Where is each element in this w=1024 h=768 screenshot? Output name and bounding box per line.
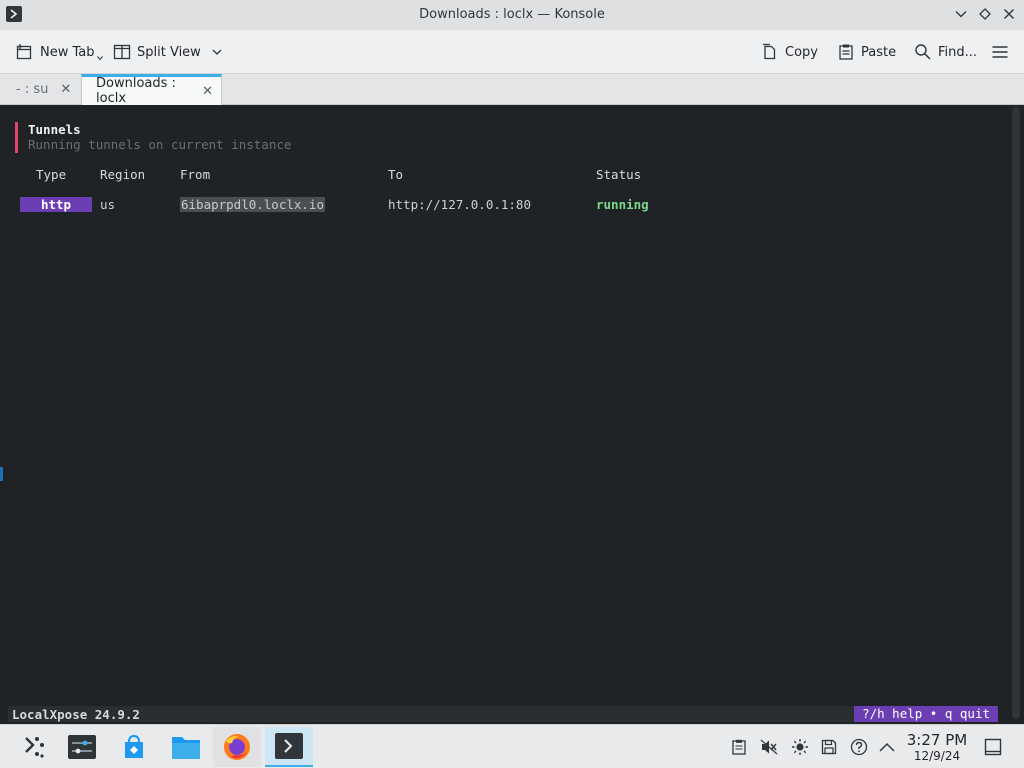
find-button[interactable]: Find... xyxy=(914,40,977,64)
maximize-button[interactable] xyxy=(976,5,994,23)
window-controls xyxy=(952,5,1018,23)
hamburger-menu-button[interactable] xyxy=(991,40,1009,64)
terminal-view[interactable]: Tunnels Running tunnels on current insta… xyxy=(0,105,1024,724)
sun-icon xyxy=(792,739,808,755)
new-tab-label: New Tab xyxy=(40,44,95,60)
tab-downloads-loclx[interactable]: Downloads : loclx ✕ xyxy=(81,74,222,106)
hamburger-menu-icon xyxy=(992,46,1008,58)
launcher-icon xyxy=(25,737,44,758)
settings-app-icon xyxy=(68,735,96,759)
search-icon xyxy=(915,44,931,60)
chevron-down-icon xyxy=(955,11,967,18)
title-bar: Downloads : loclx — Konsole xyxy=(0,0,1024,30)
new-tab-icon xyxy=(16,44,32,60)
split-view-icon xyxy=(113,44,131,60)
section-subheading: Running tunnels on current instance xyxy=(28,137,292,152)
storage-tray-icon[interactable] xyxy=(819,737,839,757)
window-title: Downloads : loclx — Konsole xyxy=(419,7,605,22)
section-accent-bar xyxy=(15,122,18,153)
app-version: LocalXpose 24.9.2 xyxy=(12,707,140,722)
terminal-marker xyxy=(0,467,3,481)
copy-button[interactable]: Copy xyxy=(761,40,818,64)
folder-icon xyxy=(172,737,200,759)
key-hints: ?/h help • q quit xyxy=(854,706,998,722)
toolbar: New Tab Split View Copy Paste Find... xyxy=(0,30,1024,73)
tunnel-region: us xyxy=(100,197,116,212)
tab-label: - : su xyxy=(16,82,49,97)
task-dolphin[interactable] xyxy=(162,727,210,767)
volume-tray-icon[interactable] xyxy=(759,737,779,757)
task-discover[interactable] xyxy=(110,727,158,767)
new-tab-button[interactable]: New Tab xyxy=(16,40,103,64)
clipboard-tray-icon[interactable] xyxy=(729,737,749,757)
show-hidden-icons-button[interactable] xyxy=(877,737,897,757)
digital-clock[interactable]: 3:27 PM 12/9/24 xyxy=(900,731,974,764)
application-launcher[interactable] xyxy=(10,727,58,767)
minimize-button[interactable] xyxy=(952,5,970,23)
paste-label: Paste xyxy=(861,44,897,60)
clipboard-icon xyxy=(732,739,746,755)
find-label: Find... xyxy=(938,44,978,60)
column-header-from: From xyxy=(180,167,211,182)
show-desktop-button[interactable] xyxy=(983,737,1003,757)
close-tab-icon[interactable]: ✕ xyxy=(202,84,213,99)
column-header-region: Region xyxy=(100,167,146,182)
firefox-icon xyxy=(224,734,250,760)
close-tab-icon[interactable]: ✕ xyxy=(60,82,71,97)
clock-time: 3:27 PM xyxy=(906,731,968,749)
taskbar: 3:27 PM 12/9/24 xyxy=(0,724,1024,768)
task-konsole[interactable] xyxy=(265,727,313,767)
split-view-button[interactable]: Split View xyxy=(113,40,223,64)
clock-date: 12/9/24 xyxy=(913,749,961,763)
terminal-icon xyxy=(275,733,303,759)
tab-bar: - : su ✕ Downloads : loclx ✕ xyxy=(0,73,1024,106)
discover-store-icon xyxy=(125,734,143,758)
close-icon xyxy=(1004,9,1014,19)
help-circle-icon xyxy=(850,738,868,756)
chevron-down-icon xyxy=(212,49,222,55)
brightness-tray-icon[interactable] xyxy=(790,737,810,757)
chevron-up-icon xyxy=(879,742,895,752)
speaker-muted-icon xyxy=(760,739,778,755)
paste-button[interactable]: Paste xyxy=(837,40,896,64)
terminal-scrollbar[interactable] xyxy=(1012,107,1020,719)
updates-tray-icon[interactable] xyxy=(849,737,869,757)
task-system-settings[interactable] xyxy=(58,727,106,767)
diamond-icon xyxy=(979,8,991,20)
column-header-status: Status xyxy=(596,167,642,182)
split-view-label: Split View xyxy=(137,44,201,60)
show-desktop-icon xyxy=(984,738,1002,756)
section-heading: Tunnels xyxy=(28,122,81,137)
save-disk-icon xyxy=(821,739,837,755)
close-button[interactable] xyxy=(1000,5,1018,23)
tunnel-to-url[interactable]: http://127.0.0.1:80 xyxy=(388,197,531,212)
tunnel-from-url[interactable]: 6ibaprpdl0.loclx.io xyxy=(180,197,325,212)
tunnel-status: running xyxy=(596,197,649,212)
copy-icon xyxy=(763,43,776,60)
column-header-type: Type xyxy=(36,167,67,182)
task-firefox[interactable] xyxy=(213,727,261,767)
tui-status-bar: LocalXpose 24.9.2 ?/h help • q quit xyxy=(8,706,998,722)
copy-label: Copy xyxy=(785,44,818,60)
tab-label: Downloads : loclx xyxy=(96,76,176,106)
column-header-to: To xyxy=(388,167,404,182)
tab-su[interactable]: - : su ✕ xyxy=(2,74,80,105)
tunnel-type-badge: http xyxy=(20,197,92,212)
dropdown-arrow-icon xyxy=(96,56,103,61)
paste-icon xyxy=(839,44,853,60)
